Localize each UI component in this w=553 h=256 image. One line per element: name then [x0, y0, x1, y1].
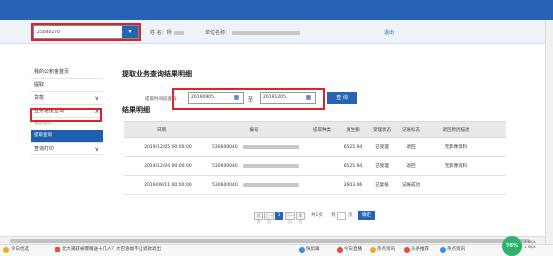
name-label: 姓 名： — [150, 30, 167, 36]
cell-id: 530600040 — [212, 144, 238, 150]
status-item-2[interactable]: 今日直播 — [344, 247, 362, 253]
cell-kind — [307, 157, 337, 175]
hot-icon — [370, 247, 376, 253]
cell-date: 2019/09/11 00:00:00 — [144, 182, 192, 188]
header-status: 受理状态 — [373, 127, 391, 133]
query-button[interactable]: 查 询 — [327, 92, 357, 104]
results-title: 结果明细 — [122, 106, 150, 114]
logout-link[interactable]: 退出 — [384, 29, 394, 36]
header-kind: 提取种类 — [313, 127, 331, 133]
status-news-link[interactable]: 北大捕获被曝赠送十几人？大巴涨幅不让退款退出 — [62, 247, 161, 253]
status-left-label[interactable]: 今日优选 — [11, 247, 29, 253]
user-name: 姓 名：杨 — [150, 29, 184, 36]
cell-kind — [307, 138, 337, 156]
pager-next-button[interactable]: 下一页 — [285, 212, 295, 224]
network-speed: ↑ 0K/s ↓ 0K/s — [524, 240, 536, 249]
cell-status: 已受理 — [375, 145, 389, 150]
pager-page-input[interactable] — [337, 212, 346, 220]
header-id: 编号 — [249, 127, 259, 133]
pager-confirm-button[interactable]: 确定 — [358, 211, 375, 220]
table-row: 2019/09/11 00:00:00 530600040 2603.06 已复… — [124, 176, 506, 195]
horizontal-scrollbar[interactable] — [0, 236, 545, 244]
cell-status: 已复核 — [375, 183, 389, 188]
vertical-scrollbar[interactable] — [545, 20, 553, 244]
clip-icon — [299, 247, 305, 253]
cell-flag: 退回 — [406, 164, 416, 169]
table-row: 2019/12/05 00:00:00 530600040 6525.94 已受… — [124, 138, 506, 157]
news-icon — [55, 247, 60, 252]
pager-prev-button[interactable]: 上一页 — [264, 212, 274, 224]
redacted-id — [243, 157, 303, 175]
redacted-name — [173, 30, 184, 35]
cell-reason — [426, 176, 486, 194]
page-title: 提取业务查询结果明细 — [122, 70, 192, 78]
sidebar-item-withdraw[interactable]: 提取 — [31, 79, 103, 92]
cell-id: 530600040 — [212, 182, 238, 188]
sidebar-item-print-query[interactable]: 查询打印 ∨ — [31, 142, 103, 155]
unit-label: 单位名称： — [205, 30, 231, 36]
header-flag: 记账标志 — [402, 127, 420, 133]
sidebar-item-label: 贷款 — [34, 95, 45, 101]
header-amount: 发生额 — [346, 127, 360, 133]
pager-total: 共1页 — [311, 213, 323, 218]
header-date: 日期 — [157, 127, 166, 133]
net-down: 0K/s — [528, 245, 536, 249]
sidebar-item-label: 我的公积金首页 — [34, 69, 70, 75]
header-reason: 退回原因描述 — [442, 127, 470, 133]
chevron-down-icon: ∨ — [94, 146, 99, 153]
cell-id: 530600040 — [212, 163, 238, 169]
cell-kind — [307, 176, 337, 194]
status-item-4[interactable]: 头条推荐 — [411, 247, 429, 253]
sidebar-item-label: 提取 — [34, 82, 45, 88]
headline-icon — [404, 247, 410, 253]
cell-amount: 6525.94 — [343, 163, 363, 169]
pager-current-page[interactable]: 1 — [275, 212, 283, 220]
status-item-5[interactable]: 热点资讯 — [447, 247, 465, 253]
scrollbar-thumb[interactable] — [10, 239, 530, 243]
sidebar-item-label: 查询打印 — [34, 146, 55, 152]
performance-gauge[interactable]: 76% — [502, 236, 522, 256]
sidebar-item-loan[interactable]: 贷款 ∨ — [31, 92, 103, 105]
highlight-date-range — [172, 88, 325, 110]
name-value: 杨 — [166, 30, 172, 36]
status-item-3[interactable]: 热点资讯 — [377, 247, 395, 253]
pager-goto-label: 到 — [331, 213, 336, 218]
unit-name: 单位名称： — [205, 29, 301, 36]
star-icon — [3, 247, 9, 253]
pager-last-button[interactable]: 尾页 — [296, 212, 305, 224]
cell-date: 2019/12/05 00:00:00 — [144, 144, 192, 150]
net-up: 0K/s — [528, 240, 536, 244]
status-item-1[interactable]: 快剪辑 — [306, 247, 320, 253]
sidebar-item-label: 提取查询 — [34, 133, 52, 138]
cell-reason: 无影像资料 — [444, 164, 468, 169]
cell-status: 已受理 — [375, 164, 389, 169]
top-banner — [0, 0, 553, 20]
redacted-id — [243, 176, 303, 194]
cell-flag: 退回 — [406, 145, 416, 150]
highlight-account-box — [31, 23, 141, 41]
cell-flag: 记账成功 — [402, 183, 420, 188]
sidebar-item-home[interactable]: 我的公积金首页 — [31, 66, 103, 79]
info-icon — [440, 247, 446, 253]
pager-first-button[interactable]: 首页 — [254, 212, 263, 224]
table-header: 日期 编号 提取种类 发生额 受理状态 记账标志 退回原因描述 — [124, 121, 506, 138]
redacted-id — [243, 138, 303, 156]
cell-reason: 无影像资料 — [444, 145, 468, 150]
results-table: 日期 编号 提取种类 发生额 受理状态 记账标志 退回原因描述 2019/12/… — [124, 121, 506, 195]
highlight-progress-query — [30, 108, 102, 122]
live-icon — [337, 247, 343, 253]
redacted-unit — [232, 30, 301, 35]
table-row: 2019/12/04 00:00:00 530600040 6525.94 已受… — [124, 157, 506, 176]
cell-amount: 2603.06 — [343, 182, 363, 188]
chevron-down-icon: ∨ — [94, 95, 99, 102]
pager-page-unit: 页 — [348, 213, 353, 218]
cell-date: 2019/12/04 00:00:00 — [144, 163, 192, 169]
cell-amount: 6525.94 — [343, 144, 363, 150]
sidebar-item-withdraw-query[interactable]: 提取查询 — [31, 130, 103, 142]
